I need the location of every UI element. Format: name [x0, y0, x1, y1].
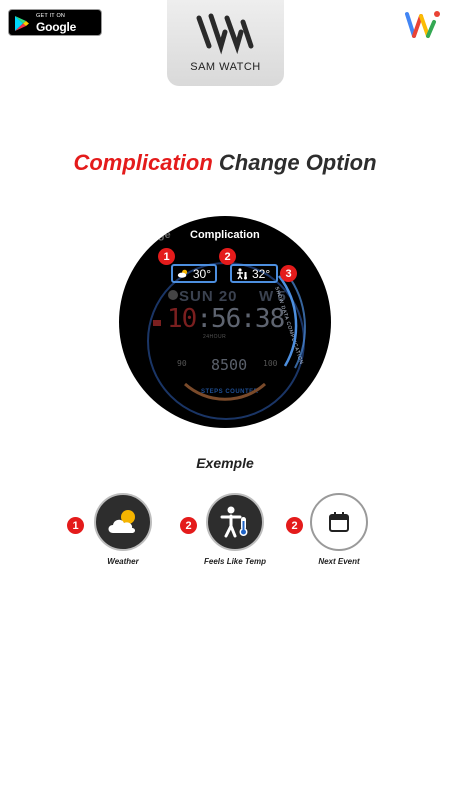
page-title: Complication Change Option — [0, 150, 450, 176]
badge-number-3: 3 — [280, 265, 297, 282]
example-next-event — [310, 493, 368, 551]
steps-progress-arc — [184, 382, 266, 401]
example-weather — [94, 493, 152, 551]
badge-number-2: 2 — [219, 248, 236, 265]
badge-small-text: GET IT ON — [36, 13, 66, 19]
brand-logo: SAM WATCH — [167, 0, 284, 86]
play-store-icon — [15, 16, 29, 31]
moon-phase-icon — [168, 290, 178, 300]
title-highlight: Complication — [73, 150, 213, 175]
example-feels-like-temp — [206, 493, 264, 551]
example-2-number: 2 — [180, 517, 197, 534]
google-play-badge[interactable]: GET IT ON Google Play — [8, 9, 102, 48]
complication-3-arc[interactable] — [278, 275, 298, 367]
badge-number-1: 1 — [158, 248, 175, 265]
battery-marker — [153, 320, 161, 326]
weather-icon — [108, 510, 135, 533]
feels-like-temp-icon — [220, 506, 248, 538]
brand-name: SAM WATCH — [190, 61, 261, 73]
sam-watch-logo-icon — [196, 13, 254, 55]
example-1-number: 1 — [67, 517, 84, 534]
example-3-label: Next Event — [318, 557, 360, 566]
title-rest: Change Option — [218, 150, 377, 175]
example-1-label: Weather — [107, 557, 139, 566]
wear-os-logo-icon — [405, 11, 440, 38]
calendar-icon — [329, 512, 349, 532]
example-3-number: 2 — [286, 517, 303, 534]
examples-heading: Exemple — [196, 455, 254, 471]
badge-big-text: Google Play — [36, 20, 77, 48]
example-2-label: Feels Like Temp — [204, 557, 266, 566]
